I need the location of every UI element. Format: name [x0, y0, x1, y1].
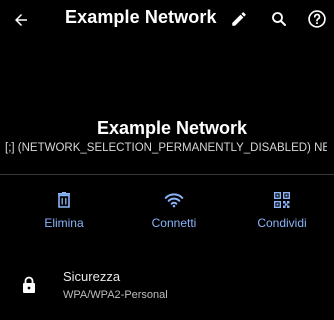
- help-button[interactable]: [306, 8, 328, 30]
- lock-icon: [22, 276, 36, 299]
- trash-icon: [58, 192, 70, 208]
- pencil-icon: [232, 12, 246, 26]
- share-label: Condividi: [257, 216, 307, 230]
- wifi-icon: [164, 193, 184, 208]
- security-title: Sicurezza: [63, 269, 121, 284]
- search-button[interactable]: [268, 8, 290, 30]
- network-name: Example Network: [96, 118, 248, 138]
- page-title: Example Network: [65, 7, 217, 27]
- back-button[interactable]: [10, 9, 32, 31]
- network-status: [;] (NETWORK_SELECTION_PERMANENTLY_DISAB…: [5, 142, 327, 154]
- arrow-back-icon: [15, 14, 27, 26]
- qr-code-icon: [274, 192, 290, 208]
- edit-button[interactable]: [228, 8, 250, 30]
- search-icon: [272, 12, 286, 26]
- connect-label: Connetti: [151, 216, 197, 230]
- app-bar: Example Network: [0, 0, 334, 40]
- help-circle-icon: [308, 10, 326, 28]
- connect-button[interactable]: Connetti: [124, 190, 224, 230]
- security-value: WPA/WPA2-Personal: [63, 289, 168, 301]
- share-button[interactable]: Condividi: [232, 190, 332, 230]
- action-row: Elimina Connetti Condividi: [0, 190, 334, 240]
- network-header: Example Network [;] (NETWORK_SELECTION_P…: [0, 118, 334, 154]
- security-row[interactable]: Sicurezza WPA/WPA2-Personal: [0, 266, 334, 306]
- delete-button[interactable]: Elimina: [14, 190, 114, 230]
- divider: [0, 174, 334, 175]
- delete-label: Elimina: [44, 216, 84, 230]
